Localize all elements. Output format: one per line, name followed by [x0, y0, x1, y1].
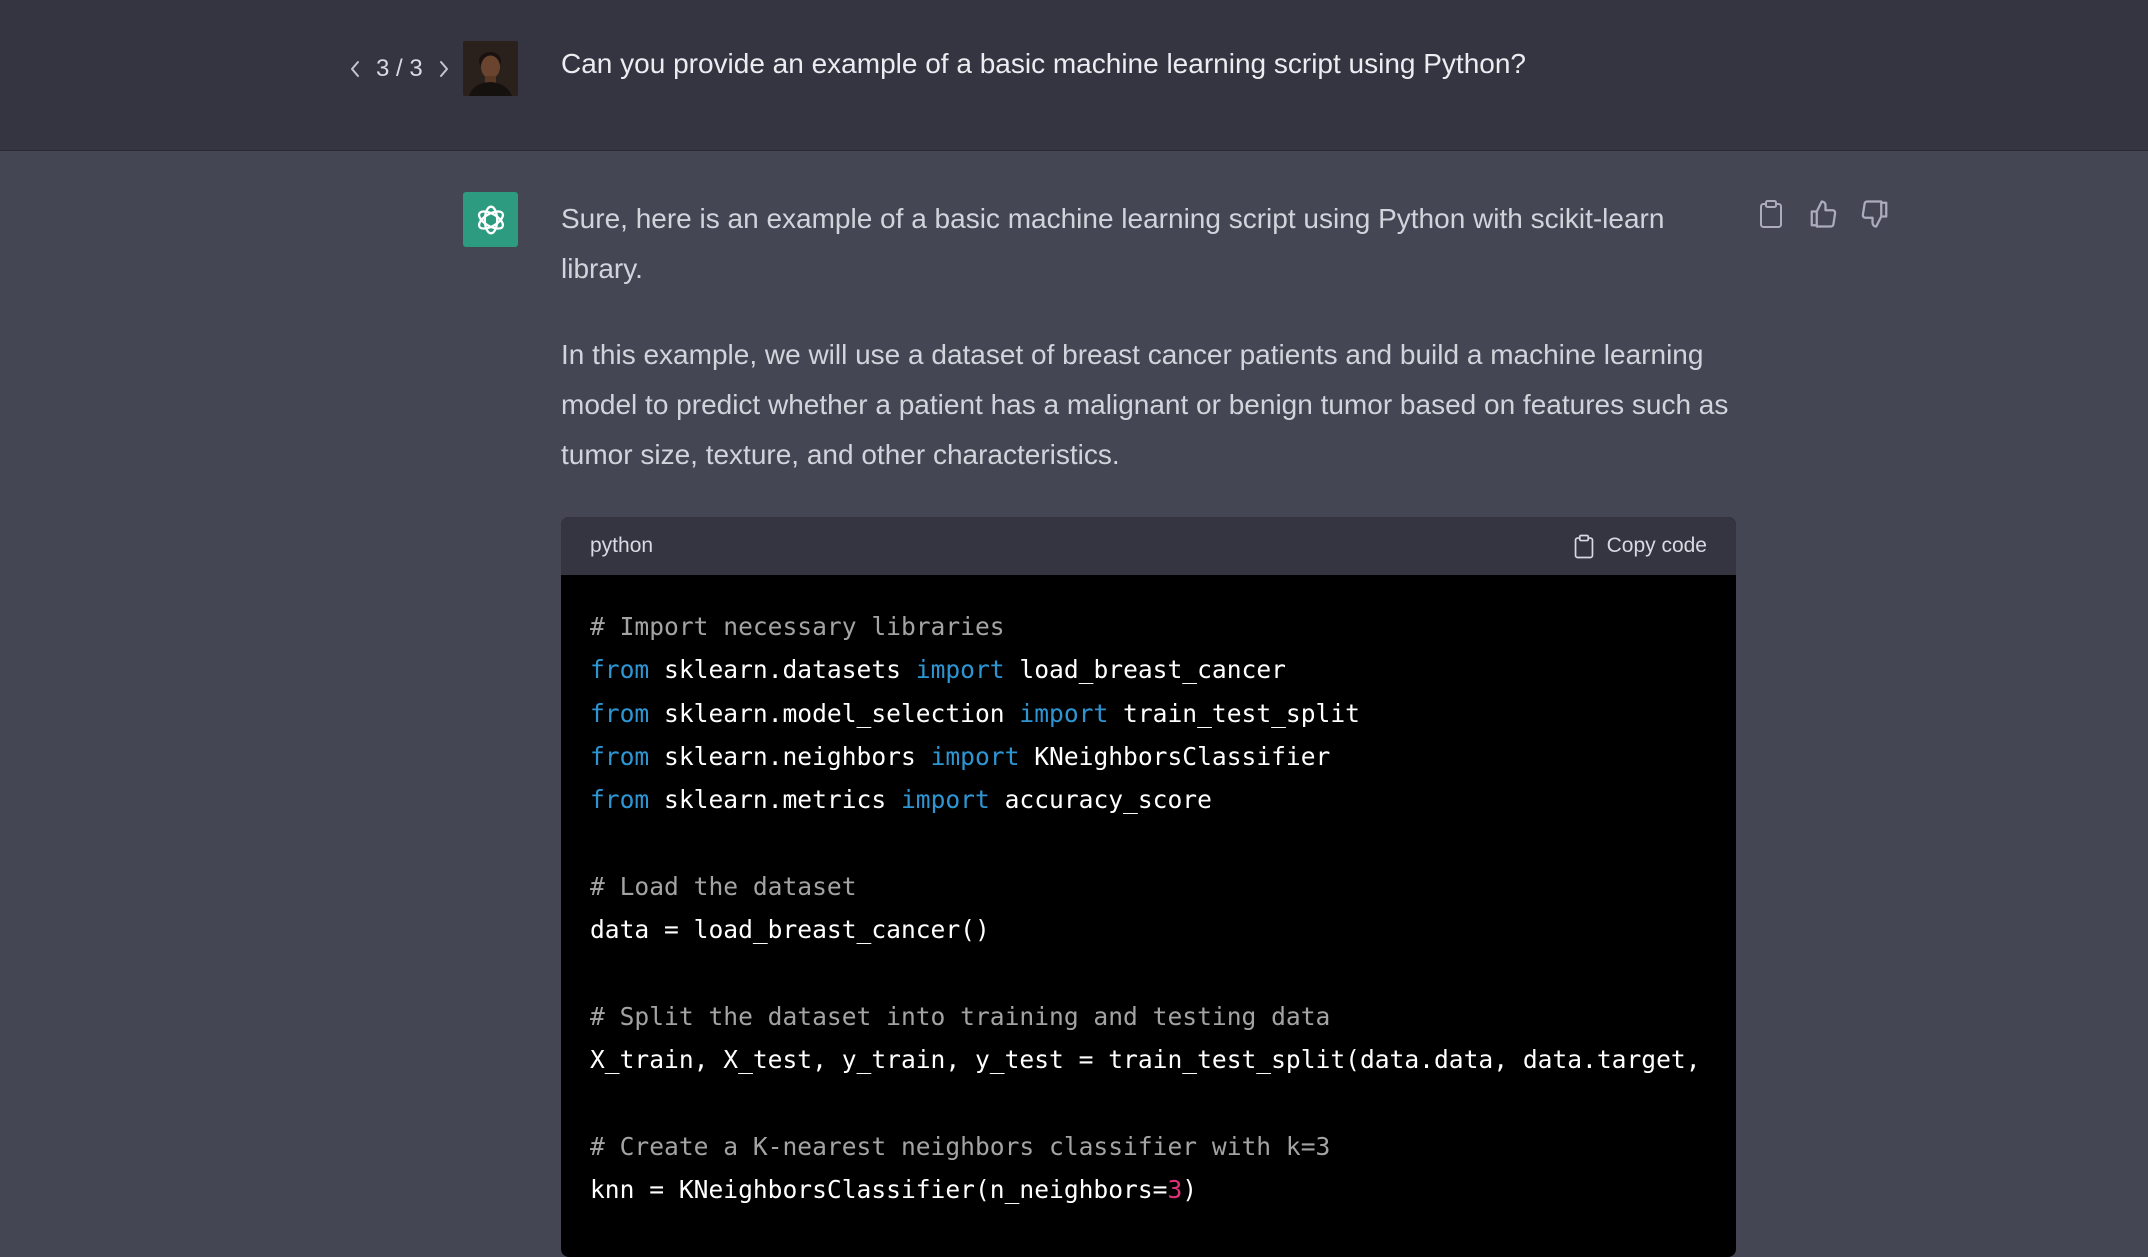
code-line: data = load_breast_cancer() [590, 908, 1707, 951]
copy-code-label: Copy code [1606, 534, 1707, 557]
pager-total: 3 [409, 55, 423, 82]
code-line: from sklearn.datasets import load_breast… [590, 648, 1707, 691]
code-number: 3 [1167, 1174, 1183, 1204]
code-keyword: import [1019, 698, 1109, 728]
message-actions [1756, 199, 1890, 229]
code-header: python Copy code [561, 517, 1736, 575]
clipboard-icon [1574, 534, 1593, 558]
code-text: KNeighborsClassifier [1019, 741, 1331, 771]
code-line: # Load the dataset [590, 865, 1707, 908]
code-line: X_train, X_test, y_train, y_test = train… [590, 1038, 1707, 1081]
pager-separator: / [389, 55, 410, 82]
code-line: from sklearn.metrics import accuracy_sco… [590, 778, 1707, 821]
code-line: # Split the dataset into training and te… [590, 995, 1707, 1038]
code-block: python Copy code # Import necessary libr… [561, 517, 1736, 1257]
code-comment: # Create a K-nearest neighbors classifie… [590, 1131, 1331, 1161]
code-body[interactable]: # Import necessary libraries from sklearn… [561, 575, 1736, 1241]
copy-code-button[interactable]: Copy code [1573, 533, 1707, 560]
code-comment: # Import necessary libraries [590, 612, 1005, 641]
code-comment: # Split the dataset into training and te… [590, 1001, 1331, 1031]
code-keyword: from [590, 785, 650, 815]
code-text: load_breast_cancer [1004, 655, 1286, 685]
code-text: sklearn.neighbors [649, 741, 931, 771]
code-line: knn = KNeighborsClassifier(n_neighbors=3… [590, 1168, 1707, 1211]
code-keyword: from [590, 741, 650, 771]
user-avatar [463, 41, 518, 96]
chevron-left-icon[interactable] [346, 57, 364, 81]
code-line: # Import necessary libraries [590, 605, 1707, 648]
pager-current: 3 [376, 55, 390, 82]
code-keyword: from [590, 698, 650, 728]
pager-label: 3 / 3 [376, 55, 423, 83]
code-text: X_train, X_test, y_train, y_test = train… [590, 1044, 1701, 1074]
assistant-message: Sure, here is an example of a basic mach… [561, 194, 1737, 516]
code-keyword: import [900, 785, 990, 815]
code-line: from sklearn.model_selection import trai… [590, 692, 1707, 735]
chevron-right-icon[interactable] [435, 57, 453, 81]
code-text: train_test_split [1108, 698, 1360, 728]
code-keyword: import [930, 741, 1020, 771]
code-text: accuracy_score [989, 785, 1212, 815]
response-pager: 3 / 3 [346, 54, 453, 84]
code-comment: # Load the dataset [590, 871, 857, 901]
code-text: sklearn.datasets [649, 655, 916, 685]
thumbs-up-icon[interactable] [1808, 199, 1838, 229]
code-text: ) [1182, 1174, 1198, 1204]
user-message-text: Can you provide an example of a basic ma… [561, 48, 1527, 79]
user-message-row: 3 / 3 Can you provide an example of a ba… [0, 0, 2148, 151]
assistant-paragraph: Sure, here is an example of a basic mach… [561, 203, 1665, 284]
code-text: sklearn.model_selection [649, 698, 1020, 728]
clipboard-icon[interactable] [1756, 199, 1786, 229]
assistant-avatar [463, 192, 518, 247]
thumbs-down-icon[interactable] [1860, 199, 1890, 229]
code-text: knn = KNeighborsClassifier(n_neighbors= [590, 1174, 1168, 1204]
code-line: # Create a K-nearest neighbors classifie… [590, 1125, 1707, 1168]
code-text: sklearn.metrics [649, 785, 901, 815]
assistant-paragraph: In this example, we will use a dataset o… [561, 339, 1729, 470]
openai-logo-icon [477, 205, 504, 234]
code-line: from sklearn.neighbors import KNeighbors… [590, 735, 1707, 778]
code-keyword: import [915, 655, 1005, 685]
code-language-label: python [590, 534, 654, 557]
code-text: data = load_breast_cancer() [590, 915, 990, 945]
code-keyword: from [590, 655, 650, 685]
